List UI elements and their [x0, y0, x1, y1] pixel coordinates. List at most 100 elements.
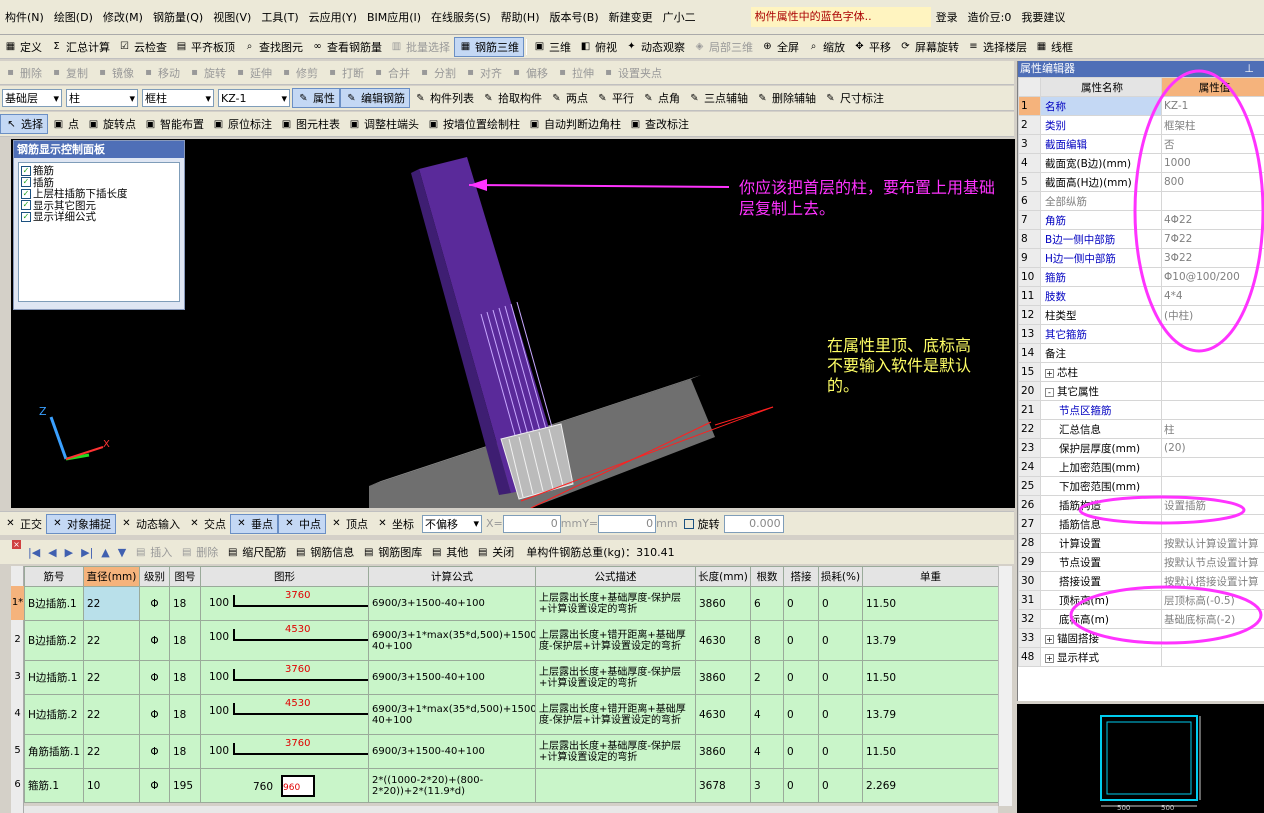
rotate-checkbox[interactable]	[683, 518, 694, 529]
toolbar3-btn-2[interactable]: ✎ 构件列表	[410, 88, 478, 108]
toolbar1-btn-11[interactable]: ◈ 局部三维	[689, 37, 757, 57]
cell-count[interactable]: 8	[750, 620, 784, 661]
cell-formula[interactable]: 6900/3+1500-40+100	[368, 734, 536, 769]
property-row[interactable]: 1 名称 KZ-1	[1018, 96, 1264, 116]
cell-diameter[interactable]: 10	[83, 768, 140, 803]
toolbar2-btn-12[interactable]: ▪ 拉伸	[552, 63, 598, 83]
property-row[interactable]: 33 + 锚固搭接	[1018, 628, 1264, 648]
toolbar4-btn-7[interactable]: ▣ 按墙位置绘制柱	[423, 114, 524, 134]
toolbar3-btn-8[interactable]: ✎ 删除辅轴	[752, 88, 820, 108]
property-value[interactable]: KZ-1	[1161, 96, 1264, 116]
cell-formula[interactable]: 6900/3+1500-40+100	[368, 586, 536, 621]
cell-length[interactable]: 4630	[695, 694, 751, 735]
property-value[interactable]: 按默认搭接设置计算	[1161, 571, 1264, 591]
toolbar1-btn-0[interactable]: ▦ 定义	[0, 37, 46, 57]
cell-description[interactable]: 上层露出长度+错开距离+基础厚度-保护层+计算设置设定的弯折	[535, 694, 696, 735]
toolbar4-btn-2[interactable]: ▣ 旋转点	[83, 114, 140, 134]
cell-lap[interactable]: 0	[783, 586, 819, 621]
cell-description[interactable]: 上层露出长度+基础厚度-保护层+计算设置设定的弯折	[535, 660, 696, 695]
property-value[interactable]: 1000	[1161, 153, 1264, 173]
menu-item-6[interactable]: 云应用(Y)	[304, 0, 362, 34]
property-value[interactable]: Φ10@100/200	[1161, 267, 1264, 287]
expand-icon[interactable]: +	[1045, 653, 1054, 663]
cell-weight[interactable]: 2.269	[862, 768, 999, 803]
cell-weight[interactable]: 13.79	[862, 694, 999, 735]
rebar-btn-1[interactable]: ▤ 删除	[176, 542, 222, 562]
toolbar3-btn-9[interactable]: ✎ 尺寸标注	[820, 88, 888, 108]
rebar-btn-5[interactable]: ▤ 其他	[426, 542, 472, 562]
property-value[interactable]: 3Φ22	[1161, 248, 1264, 268]
toolbar2-btn-10[interactable]: ▪ 对齐	[460, 63, 506, 83]
toolbar4-btn-1[interactable]: ▣ 点	[48, 114, 83, 134]
table-row[interactable]: H边插筋.2 22 Φ 18 100 4530 6900/3+1*max(35*d,500)…	[24, 694, 999, 735]
cell-count[interactable]: 4	[750, 694, 784, 735]
toolbar2-btn-9[interactable]: ▪ 分割	[414, 63, 460, 83]
cell-loss[interactable]: 0	[818, 620, 863, 661]
snap-btn-3[interactable]: ✕ 交点	[184, 514, 230, 534]
property-value[interactable]: 800	[1161, 172, 1264, 192]
toolbar1-btn-10[interactable]: ✦ 动态观察	[621, 37, 689, 57]
rebar-btn-0[interactable]: ▤ 插入	[130, 542, 176, 562]
cell-formula[interactable]: 6900/3+1500-40+100	[368, 660, 536, 695]
cell-name[interactable]: 箍筋.1	[24, 768, 84, 803]
property-value[interactable]	[1161, 362, 1264, 382]
select-name[interactable]: KZ-1 ▾	[218, 89, 290, 107]
menu-item-11[interactable]: 新建变更	[604, 0, 658, 34]
checkbox-checked-icon[interactable]: ✓	[21, 211, 31, 222]
snap-btn-0[interactable]: ✕ 正交	[0, 514, 46, 534]
row-index[interactable]: 4	[11, 694, 24, 734]
menu-item-9[interactable]: 帮助(H)	[496, 0, 545, 34]
cell-description[interactable]: 上层露出长度+错开距离+基础厚度-保护层+计算设置设定的弯折	[535, 620, 696, 661]
rebar-btn-3[interactable]: ▤ 钢筋信息	[290, 542, 358, 562]
cell-loss[interactable]: 0	[818, 694, 863, 735]
toolbar2-btn-11[interactable]: ▪ 偏移	[506, 63, 552, 83]
rebar-btn-6[interactable]: ▤ 关闭	[472, 542, 518, 562]
property-row[interactable]: 6 全部纵筋	[1018, 191, 1264, 211]
property-row[interactable]: 4 截面宽(B边)(mm) 1000	[1018, 153, 1264, 173]
property-value[interactable]: 柱	[1161, 419, 1264, 439]
toolbar1-btn-4[interactable]: ⌕ 查找图元	[239, 37, 307, 57]
cell-figure-no[interactable]: 18	[169, 694, 201, 735]
menu-item-8[interactable]: 在线服务(S)	[426, 0, 496, 34]
toolbar2-btn-1[interactable]: ▪ 复制	[46, 63, 92, 83]
property-value[interactable]: 4Φ22	[1161, 210, 1264, 230]
pin-icon[interactable]: ⊥	[1244, 61, 1264, 77]
property-row[interactable]: 12 柱类型 (中柱)	[1018, 305, 1264, 325]
snap-btn-5[interactable]: ✕ 中点	[278, 513, 326, 534]
grid-header-11[interactable]: 单重	[862, 566, 999, 587]
account-beans[interactable]: 造价豆:0	[963, 0, 1017, 34]
cell-loss[interactable]: 0	[818, 586, 863, 621]
property-value[interactable]	[1161, 191, 1264, 211]
property-row[interactable]: 48 + 显示样式	[1018, 647, 1264, 667]
menu-item-1[interactable]: 绘图(D)	[49, 0, 98, 34]
table-row[interactable]: B边插筋.2 22 Φ 18 100 4530 6900/3+1*max(35*d,500)…	[24, 620, 999, 661]
viewport-3d[interactable]: Z X 你应该把首层的柱，要布置上用基础层复制上去。 在属性里顶、底标高不要输入…	[11, 139, 1015, 508]
property-value[interactable]: 设置插筋	[1161, 495, 1264, 515]
cell-lap[interactable]: 0	[783, 694, 819, 735]
row-index[interactable]: 2	[11, 620, 24, 660]
cell-description[interactable]	[535, 768, 696, 803]
toolbar1-btn-2[interactable]: ☑ 云检查	[114, 37, 171, 57]
grid-header-8[interactable]: 根数	[750, 566, 784, 587]
property-row[interactable]: 25 下加密范围(mm)	[1018, 476, 1264, 496]
property-value[interactable]: 否	[1161, 134, 1264, 154]
cell-loss[interactable]: 0	[818, 768, 863, 803]
toolbar4-btn-9[interactable]: ▣ 查改标注	[625, 114, 693, 134]
cell-figure-no[interactable]: 18	[169, 620, 201, 661]
down-icon[interactable]: ▼	[114, 542, 130, 562]
cell-diameter[interactable]: 22	[83, 620, 140, 661]
cell-lap[interactable]: 0	[783, 768, 819, 803]
property-value[interactable]: 层顶标高(-0.5)	[1161, 590, 1264, 610]
property-row[interactable]: 26 插筋构造 设置插筋	[1018, 495, 1264, 515]
grid-header-4[interactable]: 图形	[200, 566, 369, 587]
menu-item-3[interactable]: 钢筋量(Q)	[148, 0, 208, 34]
cell-name[interactable]: H边插筋.1	[24, 660, 84, 695]
snap-btn-2[interactable]: ✕ 动态输入	[116, 514, 184, 534]
cell-grade[interactable]: Φ	[139, 734, 170, 769]
property-value[interactable]: 基础底标高(-2)	[1161, 609, 1264, 629]
cell-formula[interactable]: 2*((1000-2*20)+(800-2*20))+2*(11.9*d)	[368, 768, 536, 803]
account-advice[interactable]: 我要建议	[1016, 0, 1070, 34]
cell-formula[interactable]: 6900/3+1*max(35*d,500)+1500-40+100	[368, 694, 536, 735]
property-row[interactable]: 27 插筋信息	[1018, 514, 1264, 534]
menu-item-7[interactable]: BIM应用(I)	[362, 0, 426, 34]
